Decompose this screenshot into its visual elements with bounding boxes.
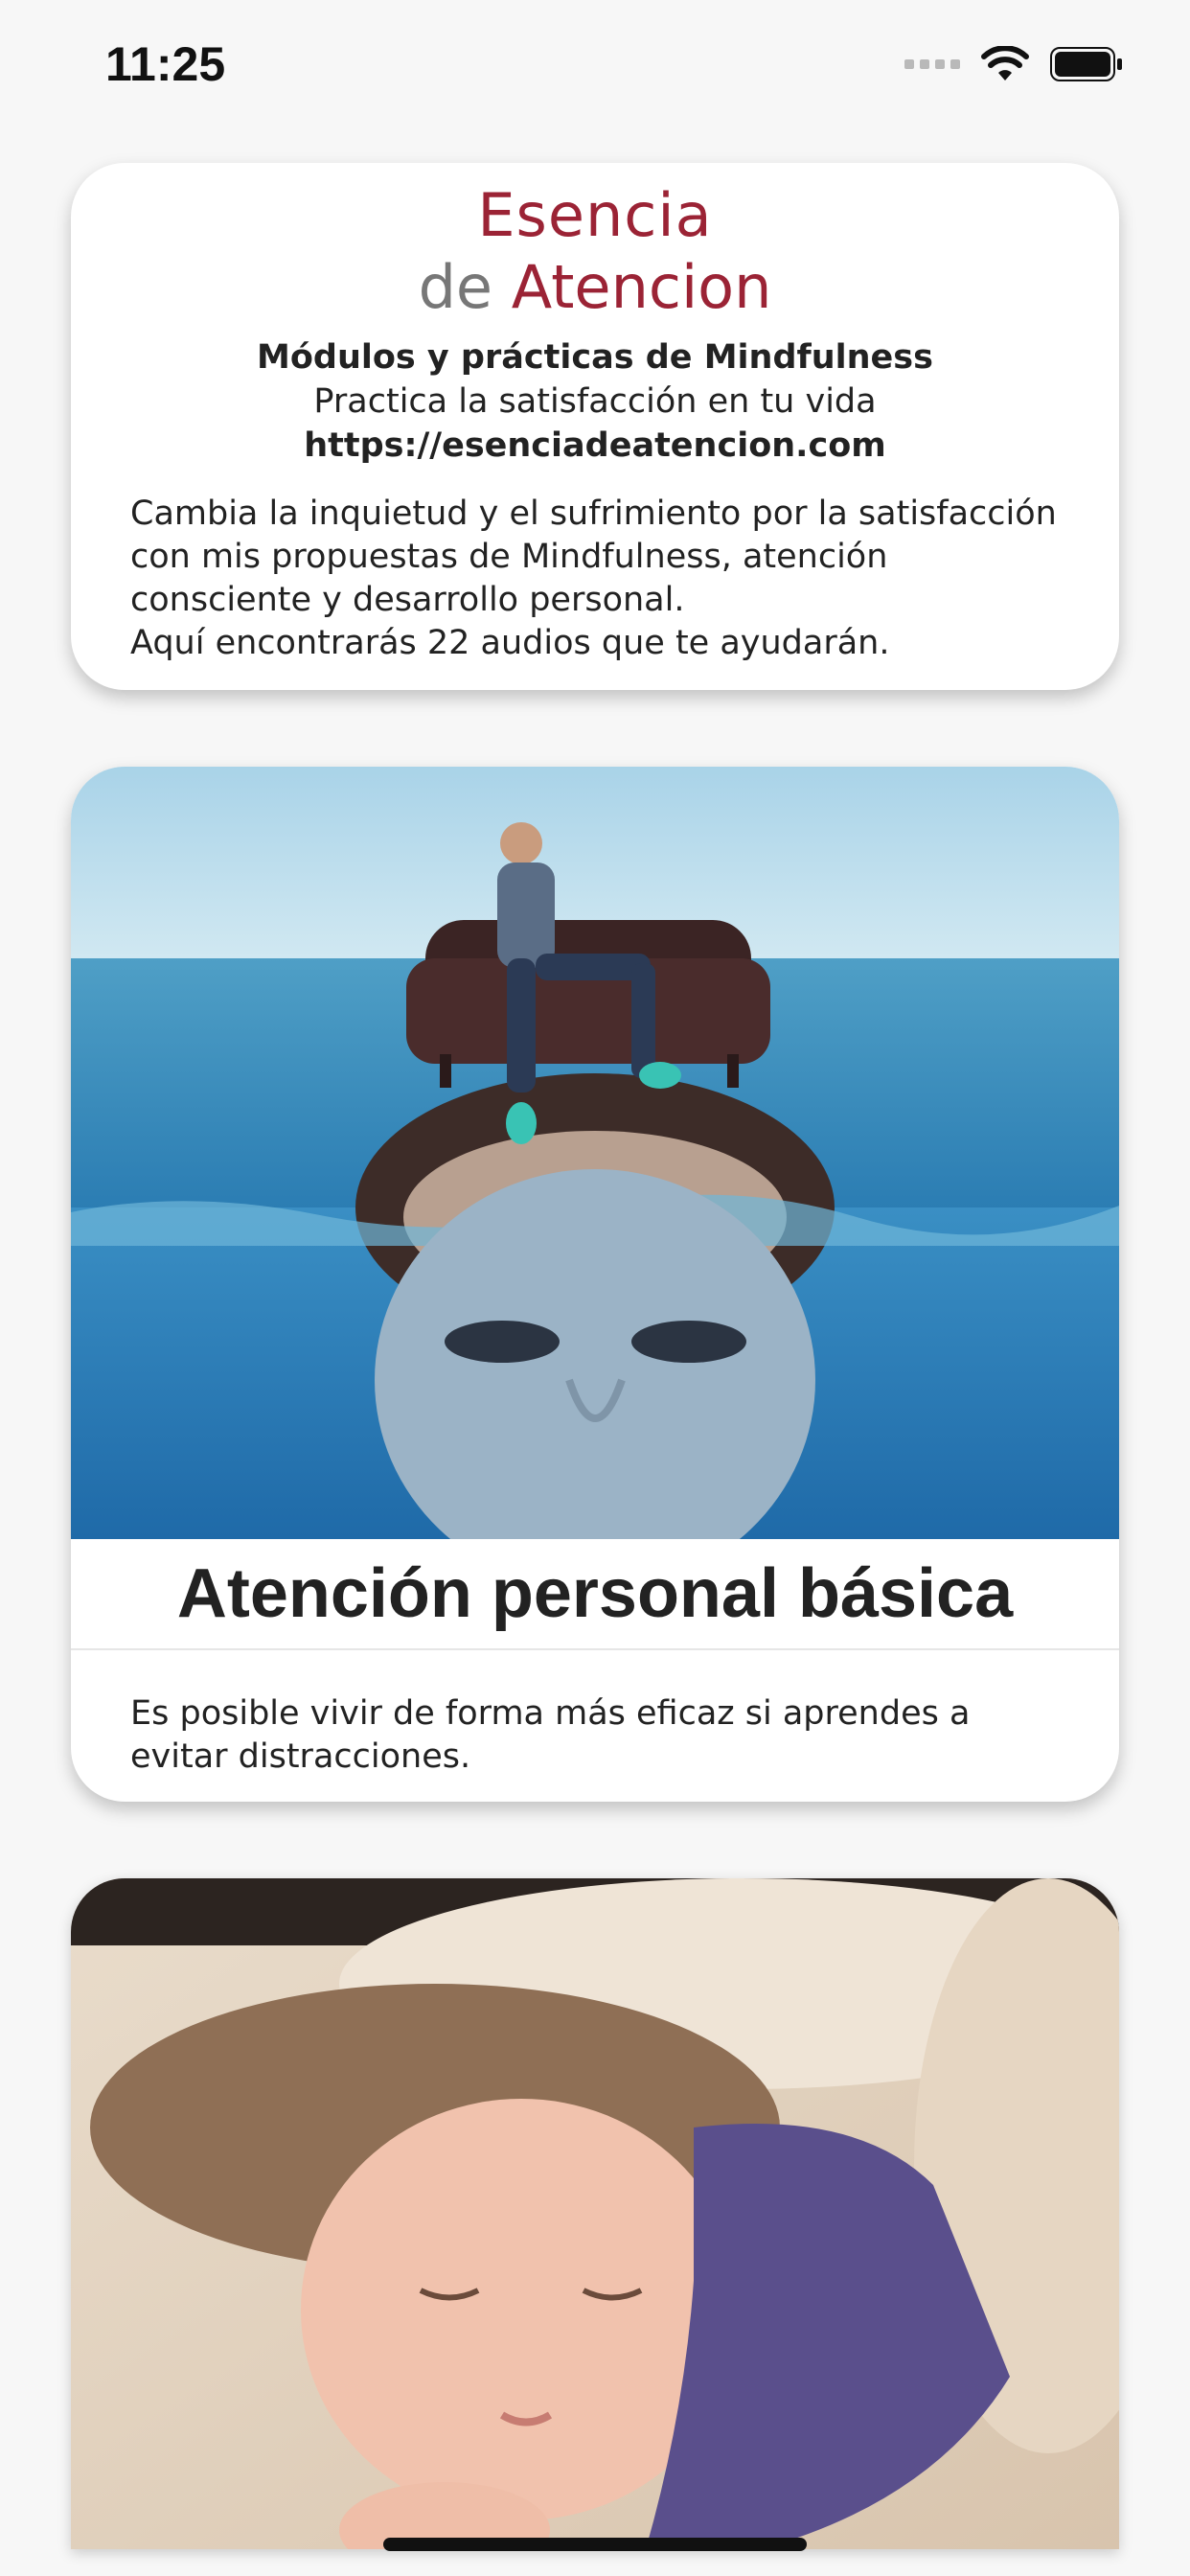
wifi-icon: [981, 46, 1029, 80]
logo-de: de: [418, 252, 493, 322]
module-title: Atención personal básica: [71, 1539, 1119, 1650]
logo-atencion: Atencion: [511, 252, 772, 322]
cellular-signal-icon: [904, 59, 960, 69]
module-description: Es posible vivir de forma más eficaz si …: [130, 1692, 1060, 1779]
module-card[interactable]: Atención personal básica Es posible vivi…: [71, 767, 1119, 1802]
intro-subtitle: Practica la satisfacción en tu vida: [313, 382, 877, 421]
intro-description-line: Cambia la inquietud y el sufrimiento por…: [130, 494, 1057, 533]
intro-title: Módulos y prácticas de Mindfulness: [257, 338, 933, 377]
intro-description: Cambia la inquietud y el sufrimiento por…: [130, 493, 1060, 665]
module-image[interactable]: [71, 767, 1119, 1539]
intro-description-line: Aquí encontrarás 22 audios que te ayudar…: [130, 624, 890, 662]
module-card[interactable]: [71, 1878, 1119, 2549]
logo-line2: de Atencion: [71, 252, 1119, 322]
status-time: 11:25: [105, 37, 226, 91]
intro-description-line: consciente y desarrollo personal.: [130, 581, 685, 619]
module-description-line: evitar distracciones.: [130, 1737, 471, 1776]
brand-logo: Esencia de Atencion: [71, 163, 1119, 322]
intro-text: Módulos y prácticas de Mindfulness Pract…: [71, 335, 1119, 468]
intro-card: Esencia de Atencion Módulos y prácticas …: [71, 163, 1119, 690]
battery-icon: [1050, 47, 1122, 81]
home-indicator[interactable]: [383, 2538, 807, 2551]
module-image[interactable]: [71, 1878, 1119, 2549]
status-bar: 11:25: [0, 0, 1190, 134]
module-description-line: Es posible vivir de forma más eficaz si …: [130, 1694, 971, 1733]
intro-description-line: con mis propuestas de Mindfulness, atenc…: [130, 538, 888, 576]
status-icons: [904, 46, 1123, 82]
website-link[interactable]: https://esenciadeatencion.com: [71, 424, 1119, 468]
logo-line1: Esencia: [477, 180, 713, 250]
